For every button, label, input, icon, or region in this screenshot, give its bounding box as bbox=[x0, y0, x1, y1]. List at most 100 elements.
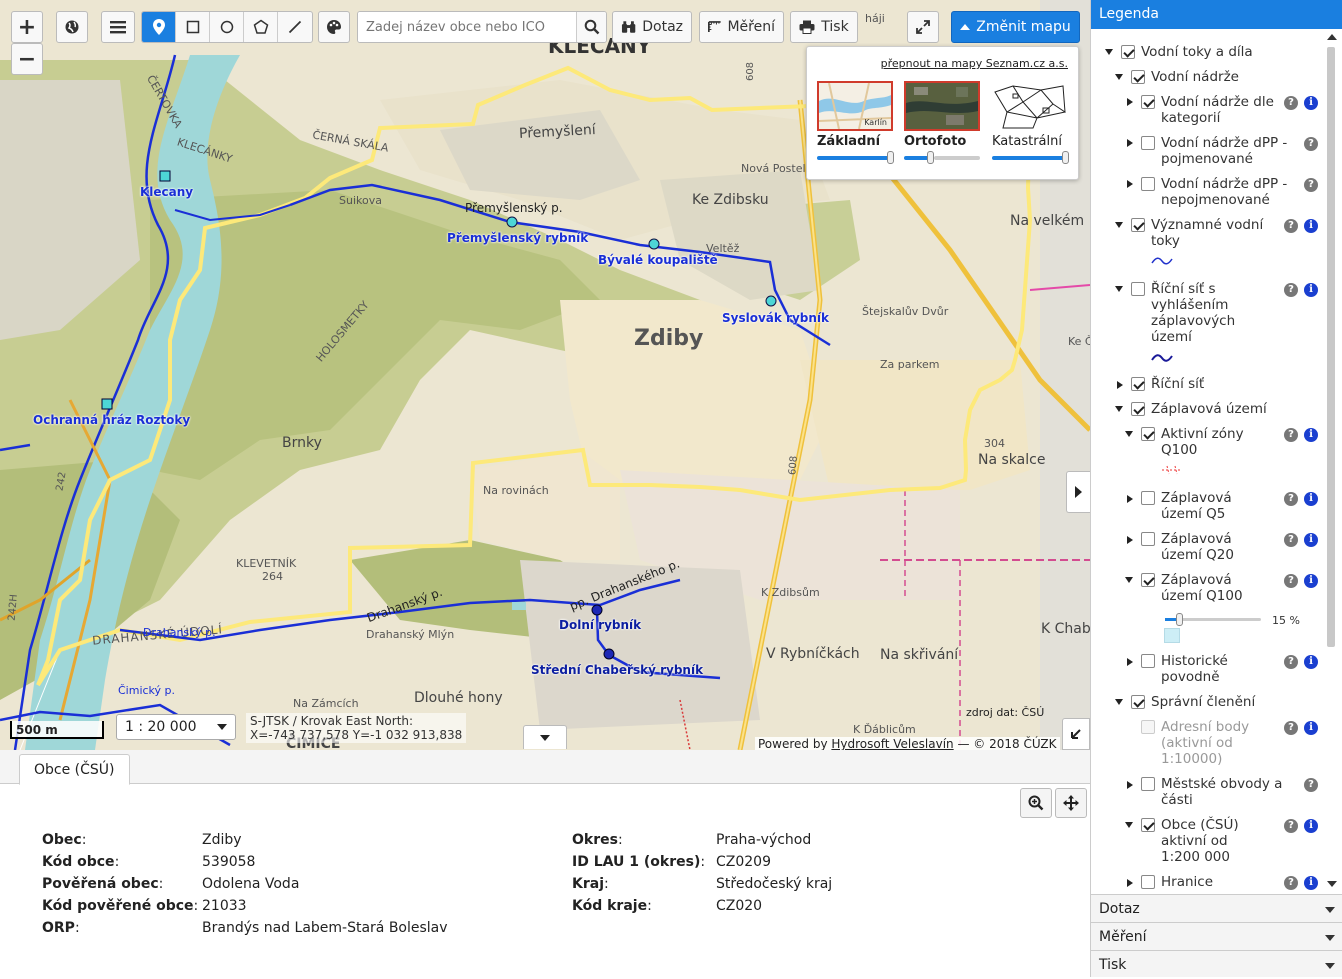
legend-scrollbar[interactable] bbox=[1322, 29, 1342, 894]
scroll-down-icon[interactable] bbox=[1327, 881, 1337, 887]
legend-item-q5[interactable]: Záplavová území Q5 bbox=[1161, 490, 1261, 522]
basemap-katastralni-opacity[interactable] bbox=[992, 151, 1069, 164]
opacity-slider-knob[interactable] bbox=[1176, 613, 1184, 626]
legend-item-vodni-toky[interactable]: Vodní toky a díla bbox=[1141, 44, 1321, 60]
collapse-bottom-button[interactable] bbox=[523, 725, 567, 749]
zoom-in-button[interactable]: + bbox=[11, 11, 43, 43]
layer-checkbox[interactable] bbox=[1131, 218, 1145, 232]
seznam-link[interactable]: přepnout na mapy Seznam.cz a.s. bbox=[881, 57, 1068, 70]
expand-toggle-icon[interactable] bbox=[1127, 98, 1133, 106]
layer-checkbox[interactable] bbox=[1141, 177, 1155, 191]
expand-right-button[interactable] bbox=[1066, 471, 1090, 513]
line-tool[interactable] bbox=[278, 12, 312, 42]
basemap-ortofoto-thumb[interactable] bbox=[904, 81, 980, 131]
layer-checkbox[interactable] bbox=[1131, 282, 1145, 296]
basemap-ortofoto[interactable]: Ortofoto bbox=[904, 81, 980, 164]
layer-checkbox[interactable] bbox=[1141, 95, 1155, 109]
info-icon[interactable]: i bbox=[1304, 219, 1318, 233]
info-icon[interactable]: i bbox=[1304, 721, 1318, 735]
layer-checkbox[interactable] bbox=[1131, 377, 1145, 391]
help-icon[interactable]: ? bbox=[1284, 533, 1298, 547]
dotaz-button[interactable]: Dotaz bbox=[612, 11, 692, 43]
help-icon[interactable]: ? bbox=[1284, 876, 1298, 890]
tab-obce[interactable]: Obce (ČSÚ) bbox=[19, 754, 130, 785]
info-icon[interactable]: i bbox=[1304, 655, 1318, 669]
legend-item-nadrze-nepojmenovane[interactable]: Vodní nádrže dPP - nepojmenované bbox=[1161, 176, 1299, 208]
zoom-to-feature-button[interactable] bbox=[1020, 788, 1052, 818]
basemap-katastralni[interactable]: Katastrální bbox=[992, 81, 1069, 164]
layer-checkbox[interactable] bbox=[1131, 695, 1145, 709]
help-icon[interactable]: ? bbox=[1284, 574, 1298, 588]
legend-header[interactable]: Legenda bbox=[1091, 0, 1342, 29]
legend-item-vodni-nadrze[interactable]: Vodní nádrže bbox=[1151, 69, 1321, 85]
expand-toggle-icon[interactable] bbox=[1127, 180, 1133, 188]
help-icon[interactable]: ? bbox=[1284, 283, 1298, 297]
help-icon[interactable]: ? bbox=[1284, 428, 1298, 442]
expand-toggle-icon[interactable] bbox=[1127, 781, 1133, 789]
expand-toggle-icon[interactable] bbox=[1127, 495, 1133, 503]
layer-checkbox[interactable] bbox=[1121, 45, 1135, 59]
layer-checkbox[interactable] bbox=[1141, 875, 1155, 889]
scale-select[interactable]: 1 : 20 000 bbox=[116, 714, 236, 740]
help-icon[interactable]: ? bbox=[1284, 492, 1298, 506]
fullscreen-button[interactable] bbox=[907, 11, 939, 43]
info-icon[interactable]: i bbox=[1304, 283, 1318, 297]
expand-toggle-icon[interactable] bbox=[1115, 699, 1123, 705]
globe-button[interactable] bbox=[56, 11, 88, 43]
expand-toggle-icon[interactable] bbox=[1127, 536, 1133, 544]
mereni-button[interactable]: Měření bbox=[699, 11, 784, 43]
zoom-out-button[interactable]: − bbox=[11, 43, 43, 75]
section-tisk[interactable]: Tisk bbox=[1091, 950, 1342, 977]
legend-item-nadrze-kategorie[interactable]: Vodní nádrže dle kategorií bbox=[1161, 94, 1279, 126]
help-icon[interactable]: ? bbox=[1284, 655, 1298, 669]
layer-checkbox[interactable] bbox=[1141, 532, 1155, 546]
pan-to-feature-button[interactable] bbox=[1055, 788, 1087, 818]
expand-toggle-icon[interactable] bbox=[1115, 74, 1123, 80]
expand-toggle-icon[interactable] bbox=[1115, 286, 1123, 292]
legend-item-historicke-povodne[interactable]: Historické povodně bbox=[1161, 653, 1261, 685]
expand-toggle-icon[interactable] bbox=[1115, 406, 1123, 412]
help-icon[interactable]: ? bbox=[1304, 778, 1318, 792]
info-icon[interactable]: i bbox=[1304, 533, 1318, 547]
basemap-zakladni-opacity[interactable] bbox=[817, 151, 894, 164]
expand-toggle-icon[interactable] bbox=[1105, 49, 1113, 55]
legend-item-obce-csu[interactable]: Obce (ČSÚ) aktivní od 1:200 000 bbox=[1161, 817, 1261, 865]
legend-item-q100[interactable]: Záplavová území Q100 bbox=[1161, 572, 1261, 604]
info-icon[interactable]: i bbox=[1304, 574, 1318, 588]
section-mereni[interactable]: Měření bbox=[1091, 922, 1342, 950]
help-icon[interactable]: ? bbox=[1304, 137, 1318, 151]
circle-tool[interactable] bbox=[210, 12, 244, 42]
basemap-zakladni[interactable]: Karlín Základní bbox=[817, 81, 894, 164]
layer-checkbox[interactable] bbox=[1141, 654, 1155, 668]
layer-checkbox[interactable] bbox=[1141, 818, 1155, 832]
legend-item-nadrze-pojmenovane[interactable]: Vodní nádrže dPP - pojmenované bbox=[1161, 135, 1299, 167]
search-input[interactable] bbox=[358, 12, 576, 42]
info-icon[interactable]: i bbox=[1304, 492, 1318, 506]
tisk-button[interactable]: Tisk bbox=[790, 11, 858, 43]
layer-checkbox[interactable] bbox=[1131, 70, 1145, 84]
help-icon[interactable]: ? bbox=[1284, 721, 1298, 735]
legend-item-aktivni-zony[interactable]: Aktivní zóny Q100 bbox=[1161, 426, 1261, 458]
layer-checkbox[interactable] bbox=[1141, 136, 1155, 150]
expand-toggle-icon[interactable] bbox=[1125, 431, 1133, 437]
search-button[interactable] bbox=[576, 12, 606, 42]
expand-toggle-icon[interactable] bbox=[1127, 139, 1133, 147]
legend-item-q20[interactable]: Záplavová území Q20 bbox=[1161, 531, 1261, 563]
layer-checkbox[interactable] bbox=[1141, 573, 1155, 587]
powered-link[interactable]: Hydrosoft Veleslavín bbox=[831, 737, 953, 750]
opacity-slider[interactable] bbox=[1165, 613, 1261, 626]
section-dotaz[interactable]: Dotaz bbox=[1091, 894, 1342, 922]
legend-item-ricni-sit[interactable]: Říční síť bbox=[1151, 376, 1281, 392]
info-icon[interactable]: i bbox=[1304, 819, 1318, 833]
legend-item-spravni-cleneni[interactable]: Správní členění bbox=[1151, 694, 1301, 710]
change-map-button[interactable]: Změnit mapu bbox=[951, 11, 1080, 43]
layer-checkbox[interactable] bbox=[1141, 777, 1155, 791]
layer-checkbox[interactable] bbox=[1141, 427, 1155, 441]
polygon-tool[interactable] bbox=[244, 12, 278, 42]
legend-scroll-thumb[interactable] bbox=[1327, 47, 1335, 647]
help-icon[interactable]: ? bbox=[1304, 178, 1318, 192]
basemap-zakladni-thumb[interactable]: Karlín bbox=[817, 81, 893, 131]
legend-item-vyznamne-toky[interactable]: Významné vodní toky bbox=[1151, 217, 1276, 249]
info-icon[interactable]: i bbox=[1304, 876, 1318, 890]
help-icon[interactable]: ? bbox=[1284, 219, 1298, 233]
